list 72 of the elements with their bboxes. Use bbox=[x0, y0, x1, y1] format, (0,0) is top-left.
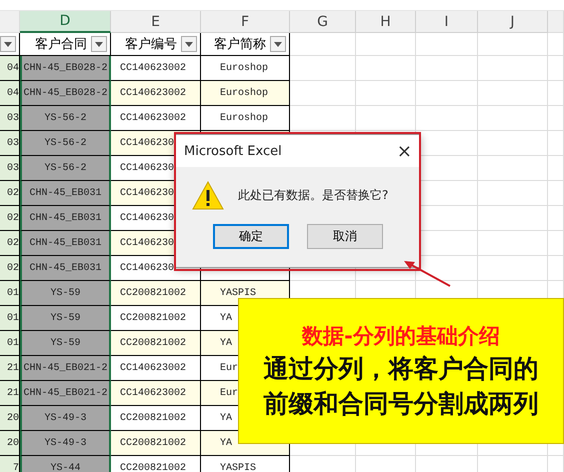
callout-title: 数据-分列的基础介绍 bbox=[302, 323, 500, 350]
table-cell: CC140623002 bbox=[111, 106, 201, 131]
header-text: 客户编号 bbox=[125, 36, 177, 53]
table-cell: 02 bbox=[0, 206, 20, 231]
table-cell: Euroshop bbox=[201, 106, 290, 131]
table-cell: CC140623002 bbox=[111, 356, 201, 381]
table-cell: CC200821002 bbox=[111, 431, 201, 456]
table-cell: CC140623002 bbox=[111, 56, 201, 81]
table-cell: CHN-45_EB021-2 bbox=[20, 381, 111, 406]
table-cell: CHN-45_EB031 bbox=[20, 206, 111, 231]
table-cell: YS-56-2 bbox=[20, 131, 111, 156]
table-cell: 01 bbox=[0, 331, 20, 356]
header-text: 客户简称 bbox=[214, 36, 266, 53]
column-header[interactable]: I bbox=[416, 11, 478, 33]
dialog-button[interactable]: 确定 bbox=[213, 224, 289, 249]
table-cell: YS-49-3 bbox=[20, 431, 111, 456]
column-header[interactable]: J bbox=[478, 11, 548, 33]
column-header[interactable]: E bbox=[111, 11, 201, 33]
table-cell: 02 bbox=[0, 181, 20, 206]
table-cell: 02 bbox=[0, 256, 20, 281]
table-cell: Euroshop bbox=[201, 56, 290, 81]
table-cell: 7 bbox=[0, 456, 20, 472]
table-cell: Euroshop bbox=[201, 81, 290, 106]
table-cell: 02 bbox=[0, 231, 20, 256]
table-cell: CHN-45_EB028-2 bbox=[20, 81, 111, 106]
table-cell: CHN-45_EB031 bbox=[20, 181, 111, 206]
dropdown-caret-icon bbox=[4, 42, 12, 46]
table-cell: YS-44 bbox=[20, 456, 111, 472]
table-cell: CC140623002 bbox=[111, 81, 201, 106]
table-cell: 03 bbox=[0, 106, 20, 131]
dropdown-caret-icon bbox=[185, 42, 193, 46]
pointer-arrow bbox=[402, 258, 452, 288]
table-cell: CC140623002 bbox=[111, 381, 201, 406]
table-cell: 21 bbox=[0, 381, 20, 406]
column-header[interactable]: G bbox=[290, 11, 356, 33]
table-cell: YS-56-2 bbox=[20, 106, 111, 131]
table-cell: CC200821002 bbox=[111, 281, 201, 306]
dialog-message: 此处已有数据。是否替换它? bbox=[238, 187, 388, 204]
dropdown-caret-icon bbox=[95, 42, 103, 46]
table-cell: 03 bbox=[0, 131, 20, 156]
table-cell: CC200821002 bbox=[111, 306, 201, 331]
table-cell: YS-49-3 bbox=[20, 406, 111, 431]
table-cell: YS-59 bbox=[20, 331, 111, 356]
table-cell: CHN-45_EB031 bbox=[20, 231, 111, 256]
table-cell: YS-56-2 bbox=[20, 156, 111, 181]
table-cell: YS-59 bbox=[20, 281, 111, 306]
table-cell: CC200821002 bbox=[111, 331, 201, 356]
column-header[interactable]: F bbox=[201, 11, 290, 33]
table-cell: CHN-45_EB021-2 bbox=[20, 356, 111, 381]
table-cell: CC200821002 bbox=[111, 406, 201, 431]
table-cell: YS-59 bbox=[20, 306, 111, 331]
filter-button[interactable] bbox=[270, 36, 286, 52]
dropdown-caret-icon bbox=[274, 42, 282, 46]
close-button[interactable]: × bbox=[396, 140, 412, 162]
table-cell: 01 bbox=[0, 281, 20, 306]
table-cell: 04 bbox=[0, 81, 20, 106]
filter-button[interactable] bbox=[91, 36, 107, 52]
table-cell: 04 bbox=[0, 56, 20, 81]
dialog-button[interactable]: 取消 bbox=[307, 224, 383, 249]
warning-icon bbox=[192, 181, 224, 210]
filter-button[interactable] bbox=[181, 36, 197, 52]
table-cell: 20 bbox=[0, 406, 20, 431]
table-cell: 20 bbox=[0, 431, 20, 456]
filter-button[interactable] bbox=[0, 36, 16, 52]
table-cell: 03 bbox=[0, 156, 20, 181]
column-header[interactable]: D bbox=[20, 11, 111, 33]
table-cell: CHN-45_EB031 bbox=[20, 256, 111, 281]
table-cell: 01 bbox=[0, 306, 20, 331]
header-text: 客户合同 bbox=[35, 36, 87, 53]
table-cell: CHN-45_EB028-2 bbox=[20, 56, 111, 81]
column-header[interactable]: H bbox=[356, 11, 416, 33]
table-cell: 21 bbox=[0, 356, 20, 381]
